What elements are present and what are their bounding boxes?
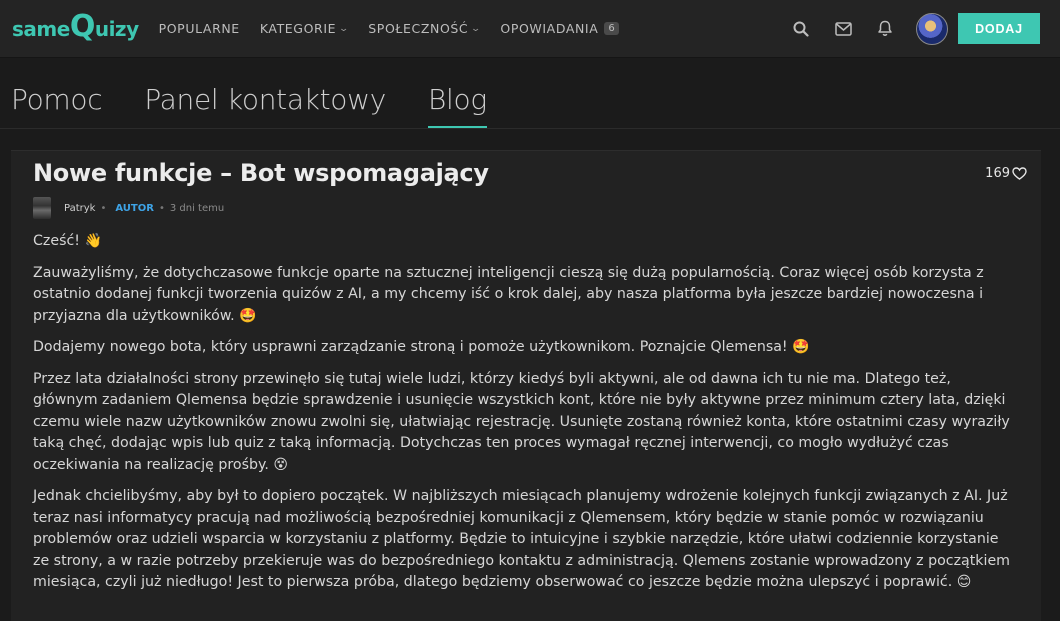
- logo-text-part1: same: [12, 16, 70, 41]
- nav-label: POPULARNE: [158, 21, 240, 36]
- post-date: 3 dni temu: [169, 202, 225, 214]
- add-button[interactable]: DODAJ: [958, 13, 1040, 44]
- tab-pomoc[interactable]: Pomoc: [11, 83, 103, 128]
- top-navbar: same Quizy POPULARNE KATEGORIE ⌄ SPOŁECZN…: [0, 0, 1060, 58]
- search-icon: [793, 21, 809, 37]
- count-badge: 6: [604, 22, 620, 35]
- nav-spolecznosc[interactable]: SPOŁECZNOŚĆ ⌄: [368, 21, 483, 36]
- paragraph-text: Jednak chcielibyśmy, aby był to dopiero …: [33, 488, 1010, 590]
- nav-kategorie[interactable]: KATEGORIE ⌄: [259, 21, 350, 36]
- header-actions: DODAJ: [780, 0, 1060, 57]
- main-nav: POPULARNE KATEGORIE ⌄ SPOŁECZNOŚĆ ⌄ OPOW…: [159, 21, 620, 36]
- post-title: Nowe funkcje – Bot wspomagający: [33, 159, 489, 187]
- star-struck-emoji: 🤩: [239, 307, 257, 324]
- separator-dot: •: [158, 202, 165, 214]
- author-badge: AUTOR: [115, 202, 154, 214]
- waving-hand-emoji: 👋: [84, 233, 102, 249]
- chevron-down-icon: ⌄: [470, 23, 483, 34]
- blog-post-card: Nowe funkcje – Bot wspomagający 169 Patr…: [11, 150, 1041, 621]
- post-paragraph: Dodajemy nowego bota, który usprawni zar…: [33, 337, 1018, 359]
- nav-popularne[interactable]: POPULARNE: [159, 21, 240, 36]
- samequizy-logo[interactable]: same Quizy: [12, 8, 139, 44]
- search-button[interactable]: [780, 21, 822, 37]
- like-button[interactable]: 169: [985, 166, 1027, 181]
- nav-label: SPOŁECZNOŚĆ: [368, 21, 469, 36]
- nav-opowiadania[interactable]: OPOWIADANIA 6: [500, 21, 620, 36]
- envelope-icon: [834, 21, 852, 36]
- post-paragraph: Przez lata działalności strony przewinęł…: [33, 369, 1018, 477]
- user-avatar[interactable]: [916, 12, 948, 45]
- like-count: 169: [985, 166, 1010, 181]
- paragraph-text: Zauważyliśmy, że dotychczasowe funkcje o…: [33, 264, 984, 324]
- bell-icon: [878, 20, 892, 36]
- heart-icon: [1012, 167, 1027, 180]
- logo-text-part3: uizy: [94, 16, 139, 41]
- smiling-face-emoji: 😊: [956, 574, 972, 590]
- post-paragraph: Jednak chcielibyśmy, aby był to dopiero …: [33, 486, 1018, 594]
- author-name[interactable]: Patryk: [64, 203, 95, 214]
- nav-label: KATEGORIE: [259, 21, 337, 36]
- tab-panel-kontaktowy[interactable]: Panel kontaktowy: [144, 83, 386, 128]
- separator-dot: •: [100, 202, 107, 214]
- author-avatar[interactable]: [33, 197, 51, 219]
- logo-text-part2: Q: [69, 8, 96, 44]
- tab-blog[interactable]: Blog: [428, 83, 487, 128]
- paragraph-text: Przez lata działalności strony przewinęł…: [33, 370, 1010, 473]
- star-struck-emoji: 🤩: [792, 339, 810, 355]
- post-paragraph: Zauważyliśmy, że dotychczasowe funkcje o…: [33, 263, 1018, 328]
- section-tabs: Pomoc Panel kontaktowy Blog: [0, 58, 1060, 129]
- paragraph-text: Cześć!: [33, 233, 85, 249]
- chevron-down-icon: ⌄: [338, 23, 350, 34]
- notifications-button[interactable]: [864, 20, 906, 37]
- post-meta: Patryk • AUTOR • 3 dni temu: [33, 197, 224, 219]
- paragraph-text: Dodajemy nowego bota, który usprawni zar…: [33, 339, 793, 355]
- nav-label: OPOWIADANIA: [500, 21, 599, 36]
- dizzy-face-emoji: 😵: [273, 456, 288, 473]
- messages-button[interactable]: [822, 21, 864, 36]
- post-body: Cześć! 👋 Zauważyliśmy, że dotychczasowe …: [33, 231, 1018, 604]
- post-paragraph: Cześć! 👋: [33, 231, 1018, 253]
